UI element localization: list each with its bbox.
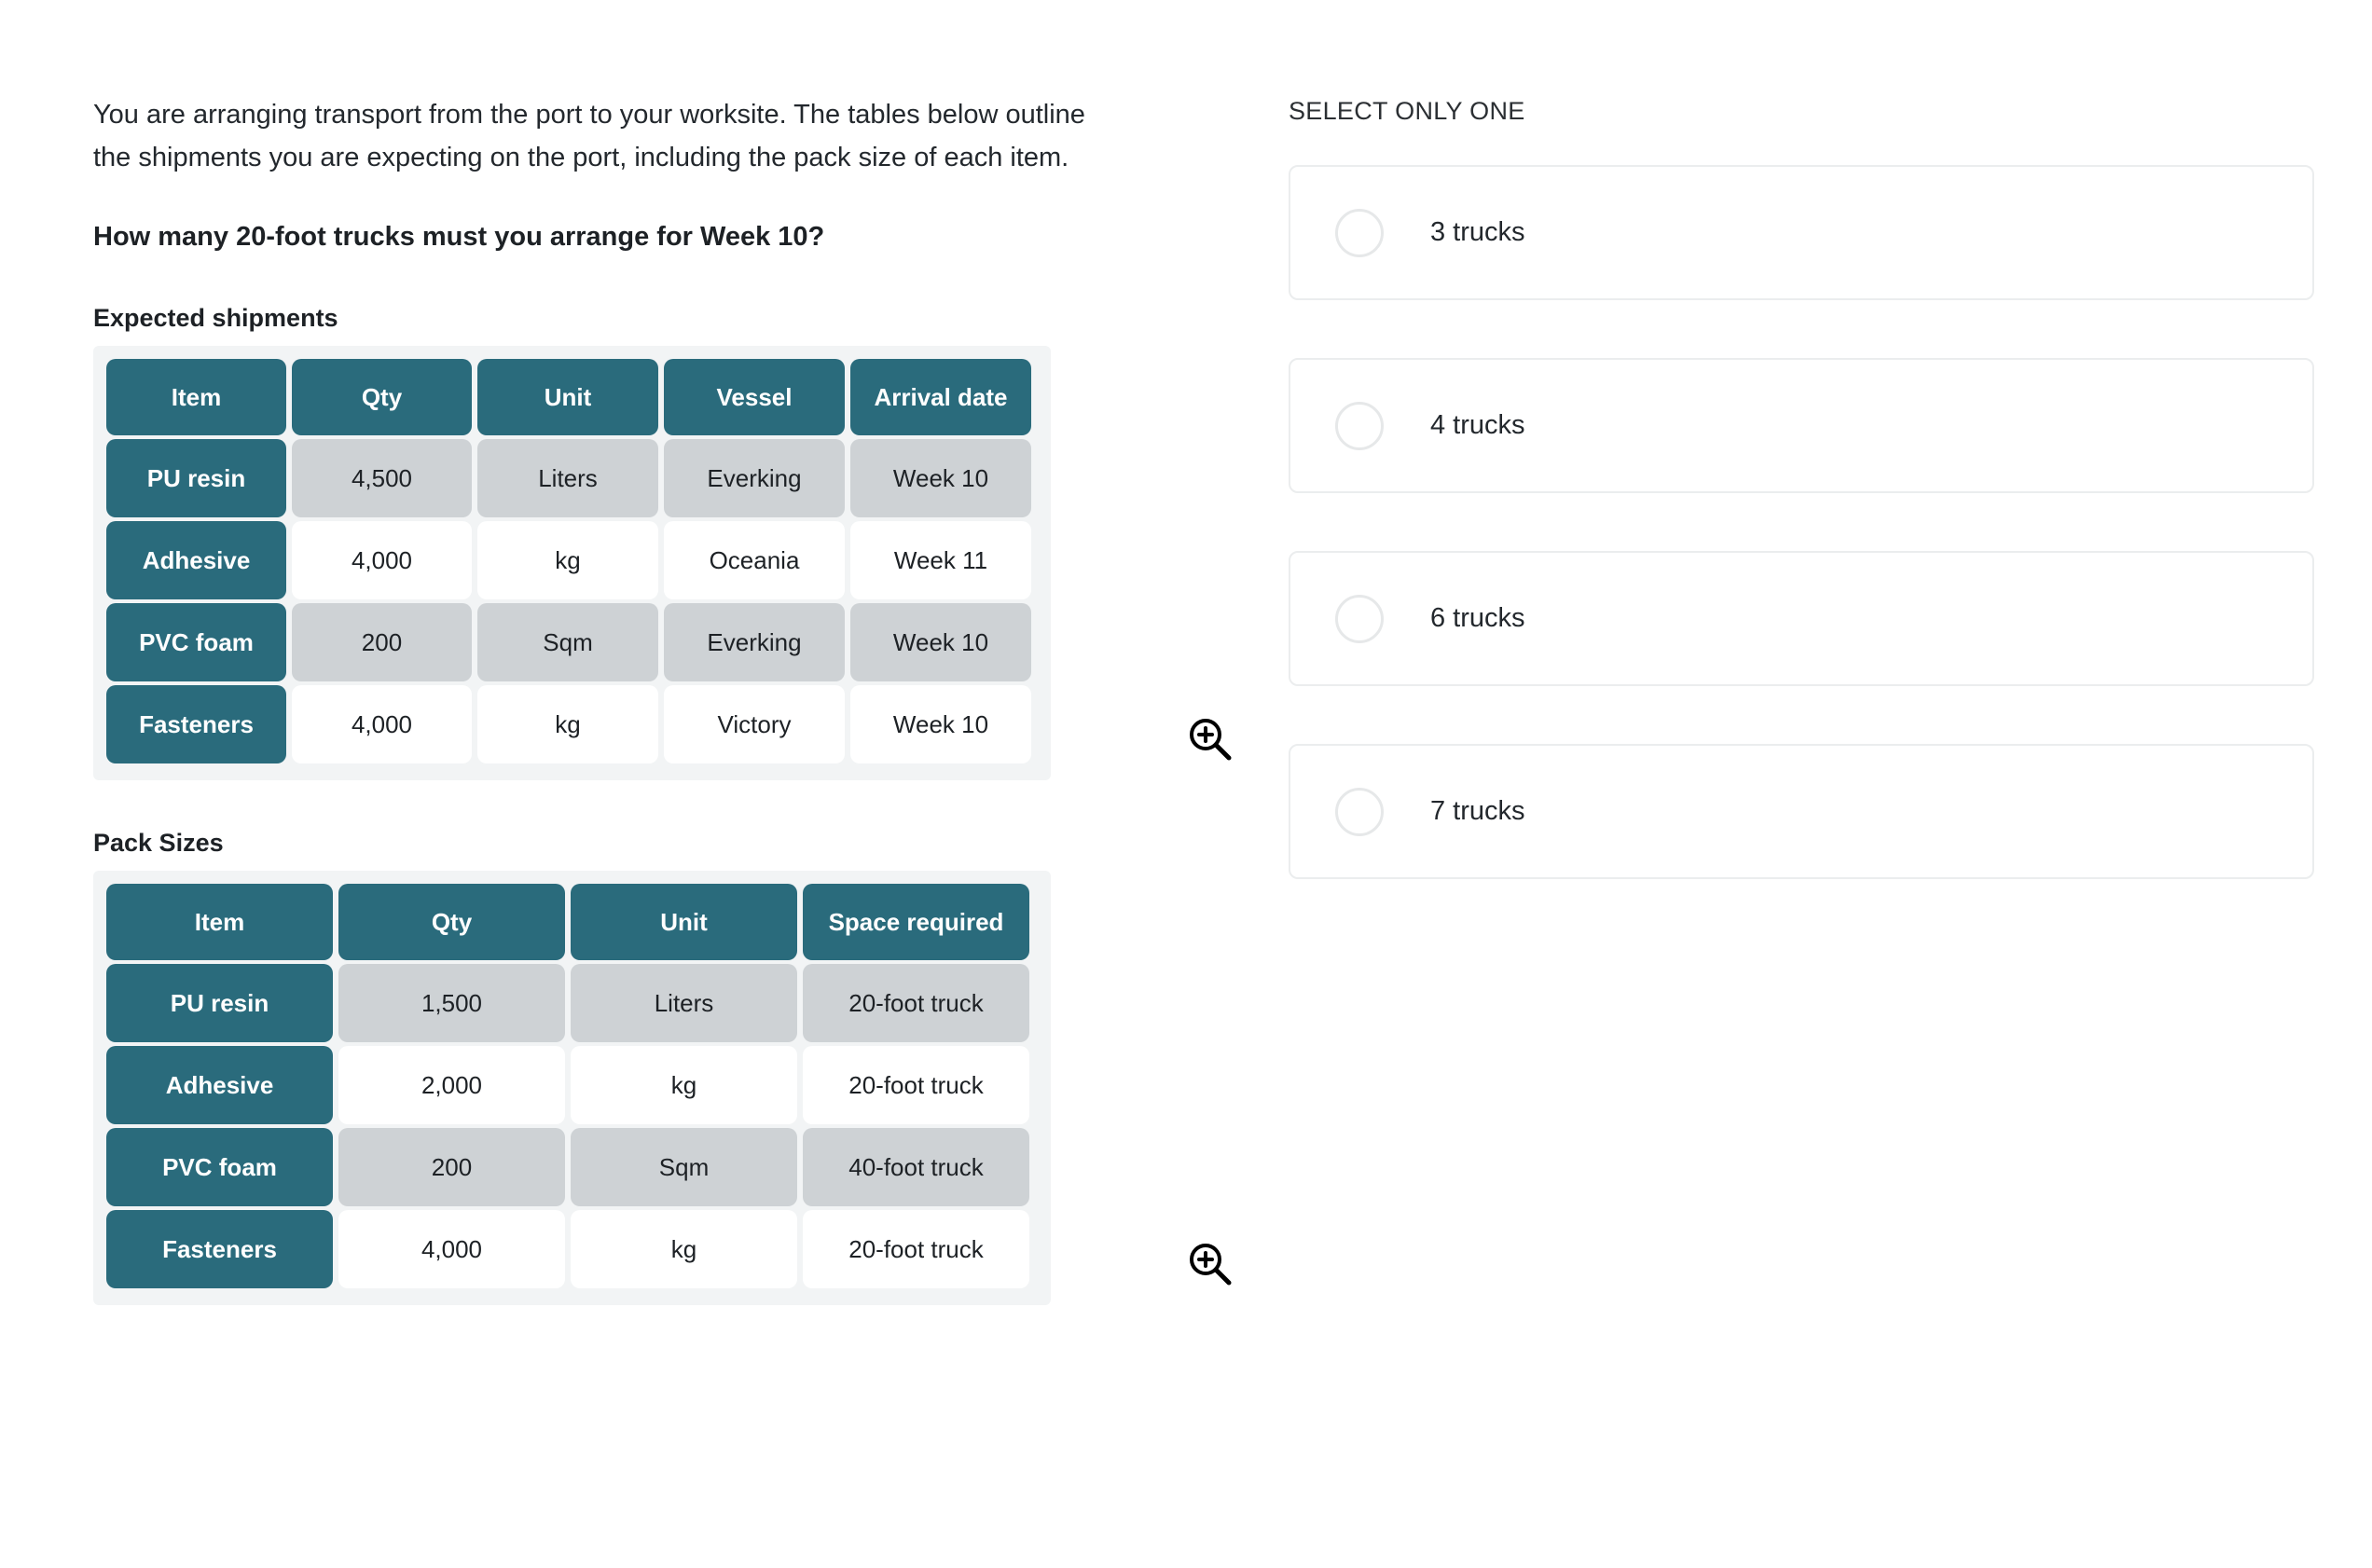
- radio-button-icon[interactable]: [1335, 401, 1384, 450]
- table-cell: kg: [571, 1046, 797, 1124]
- table-cell: Sqm: [571, 1128, 797, 1206]
- table-cell: 2,000: [338, 1046, 565, 1124]
- table-cell: 1,500: [338, 964, 565, 1042]
- select-only-one-label: SELECT ONLY ONE: [1289, 97, 1525, 125]
- pack-sizes-table: Item Qty Unit Space required PU resin 1,500 Li…: [93, 871, 1051, 1305]
- table-row: Adhesive 2,000 kg 20-foot truck: [106, 1046, 1038, 1124]
- column-header: Qty: [338, 884, 565, 960]
- question-panel: You are arranging transport from the por…: [93, 93, 1232, 1305]
- pack-sizes-table-wrap: Item Qty Unit Space required PU resin 1,500 Li…: [93, 871, 1232, 1305]
- column-header: Arrival date: [850, 359, 1031, 435]
- answer-option-2[interactable]: 4 trucks: [1289, 358, 2314, 493]
- row-header-cell: PVC foam: [106, 603, 286, 681]
- radio-button-icon[interactable]: [1335, 787, 1384, 836]
- radio-button-icon[interactable]: [1335, 594, 1384, 643]
- column-header: Item: [106, 884, 333, 960]
- row-header-cell: Adhesive: [106, 1046, 333, 1124]
- radio-button-icon[interactable]: [1335, 208, 1384, 257]
- answer-option-3[interactable]: 6 trucks: [1289, 551, 2314, 686]
- row-header-cell: PU resin: [106, 964, 333, 1042]
- pack-sizes-heading: Pack Sizes: [93, 829, 224, 857]
- column-header: Unit: [571, 884, 797, 960]
- table-cell: 200: [292, 603, 472, 681]
- expected-shipments-table-wrap: Item Qty Unit Vessel Arrival date PU resin 4,5…: [93, 346, 1232, 780]
- table-cell: Everking: [664, 439, 845, 517]
- intro-text: You are arranging transport from the por…: [93, 100, 1085, 172]
- answer-option-label: 4 trucks: [1430, 410, 1525, 440]
- row-header-cell: PU resin: [106, 439, 286, 517]
- table-cell: 20-foot truck: [803, 964, 1029, 1042]
- table-cell: Liters: [477, 439, 658, 517]
- zoom-in-icon[interactable]: [1186, 715, 1234, 763]
- table-cell: kg: [477, 685, 658, 763]
- expected-shipments-heading: Expected shipments: [93, 304, 338, 332]
- table-cell: kg: [477, 521, 658, 599]
- table-cell: 4,500: [292, 439, 472, 517]
- answer-option-label: 3 trucks: [1430, 217, 1525, 247]
- expected-shipments-table: Item Qty Unit Vessel Arrival date PU resin 4,5…: [93, 346, 1051, 780]
- table-cell: Liters: [571, 964, 797, 1042]
- table-row: PU resin 4,500 Liters Everking Week 10: [106, 439, 1038, 517]
- table-cell: kg: [571, 1210, 797, 1288]
- table-cell: 4,000: [292, 521, 472, 599]
- assessment-page: You are arranging transport from the por…: [0, 0, 2372, 1568]
- table-row: Fasteners 4,000 kg Victory Week 10: [106, 685, 1038, 763]
- column-header: Space required: [803, 884, 1029, 960]
- table-row: PVC foam 200 Sqm Everking Week 10: [106, 603, 1038, 681]
- answer-option-label: 7 trucks: [1430, 796, 1525, 826]
- table-cell: Victory: [664, 685, 845, 763]
- table-row: Fasteners 4,000 kg 20-foot truck: [106, 1210, 1038, 1288]
- table-cell: 20-foot truck: [803, 1046, 1029, 1124]
- row-header-cell: Fasteners: [106, 1210, 333, 1288]
- row-header-cell: Fasteners: [106, 685, 286, 763]
- table-cell: 4,000: [338, 1210, 565, 1288]
- table-cell: 20-foot truck: [803, 1210, 1029, 1288]
- answer-option-4[interactable]: 7 trucks: [1289, 744, 2314, 879]
- table-row: PVC foam 200 Sqm 40-foot truck: [106, 1128, 1038, 1206]
- table-header-row: Item Qty Unit Space required: [106, 884, 1038, 960]
- table-cell: Oceania: [664, 521, 845, 599]
- column-header: Qty: [292, 359, 472, 435]
- table-header-row: Item Qty Unit Vessel Arrival date: [106, 359, 1038, 435]
- column-header: Vessel: [664, 359, 845, 435]
- table-cell: 40-foot truck: [803, 1128, 1029, 1206]
- answer-panel: SELECT ONLY ONE 3 trucks 4 trucks 6 trucks…: [1289, 97, 2314, 937]
- row-header-cell: PVC foam: [106, 1128, 333, 1206]
- table-cell: Week 10: [850, 439, 1031, 517]
- options-list: 3 trucks 4 trucks 6 trucks 7 trucks: [1289, 165, 2314, 879]
- column-header: Item: [106, 359, 286, 435]
- table-row: PU resin 1,500 Liters 20-foot truck: [106, 964, 1038, 1042]
- row-header-cell: Adhesive: [106, 521, 286, 599]
- table-cell: Week 11: [850, 521, 1031, 599]
- table-cell: Sqm: [477, 603, 658, 681]
- answer-option-1[interactable]: 3 trucks: [1289, 165, 2314, 300]
- answer-option-label: 6 trucks: [1430, 603, 1525, 633]
- column-header: Unit: [477, 359, 658, 435]
- table-cell: Week 10: [850, 603, 1031, 681]
- zoom-in-icon[interactable]: [1186, 1240, 1234, 1288]
- question-text: How many 20-foot trucks must you arrange…: [93, 222, 825, 252]
- table-cell: Everking: [664, 603, 845, 681]
- table-row: Adhesive 4,000 kg Oceania Week 11: [106, 521, 1038, 599]
- table-cell: 200: [338, 1128, 565, 1206]
- table-cell: Week 10: [850, 685, 1031, 763]
- table-cell: 4,000: [292, 685, 472, 763]
